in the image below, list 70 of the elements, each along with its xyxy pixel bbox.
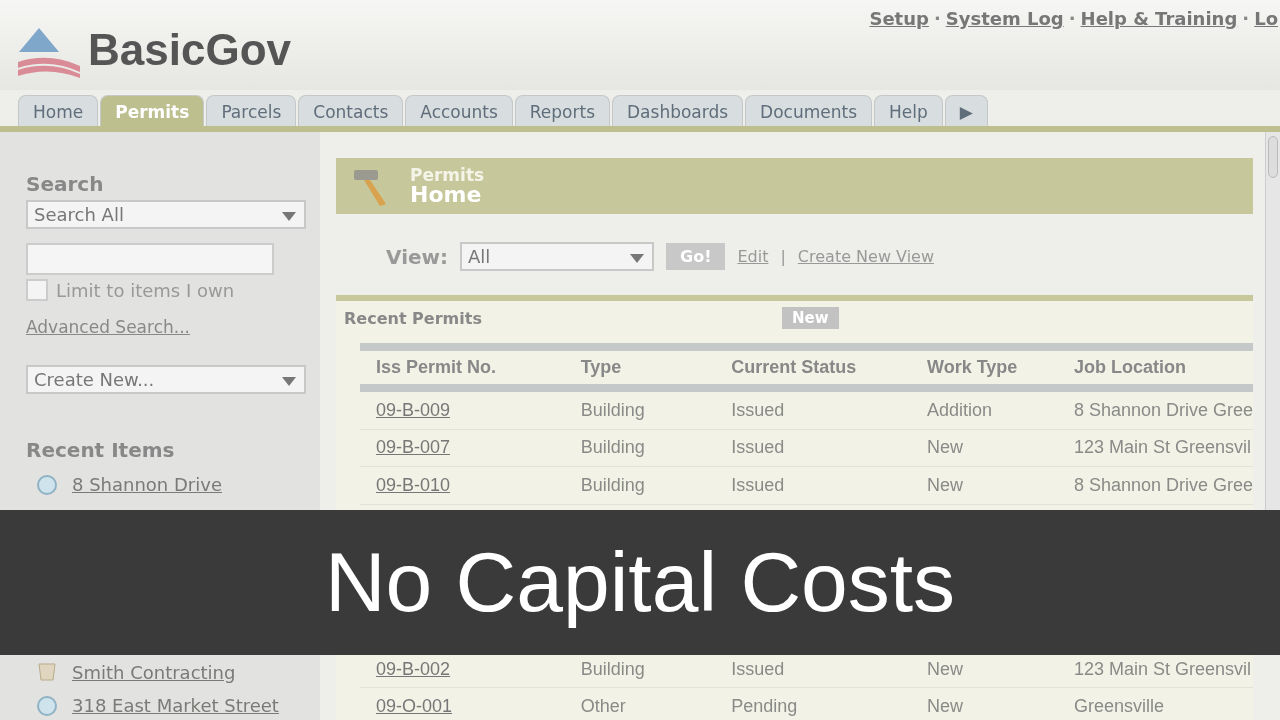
logo-text: BasicGov: [88, 25, 291, 75]
nav-tab[interactable]: Accounts: [405, 95, 513, 126]
advanced-search-link[interactable]: Advanced Search...: [26, 317, 306, 337]
nav-tab[interactable]: Contacts: [298, 95, 404, 126]
header-link[interactable]: Lo: [1254, 8, 1278, 29]
panel-title: Recent Permits: [344, 308, 482, 328]
table-cell: 8 Shannon Drive Gree: [1073, 475, 1253, 495]
header-link[interactable]: Setup: [869, 8, 929, 29]
table-cell: Greensville: [1073, 696, 1164, 717]
table-cell: Issued: [731, 399, 785, 420]
table-cell: Issued: [731, 658, 785, 679]
permit-link[interactable]: 09-B-009: [376, 399, 451, 420]
table-cell: Building: [580, 399, 645, 420]
nav-tab[interactable]: Reports: [514, 95, 610, 126]
nav-tab[interactable]: Dashboards: [612, 95, 744, 126]
header-link[interactable]: Help & Training: [1080, 8, 1238, 29]
link-separator: ·: [933, 8, 941, 29]
header-link[interactable]: System Log: [945, 8, 1064, 29]
table-cell: New: [927, 475, 963, 495]
search-heading: Search: [26, 172, 105, 196]
search-field[interactable]: [26, 243, 274, 275]
table-cell: New: [927, 696, 963, 717]
table-cell: Building: [580, 437, 645, 458]
link-separator: |: [780, 247, 786, 267]
table-cell: 8 Shannon Drive Gree: [1073, 399, 1253, 420]
nav-tab[interactable]: Home: [18, 95, 99, 126]
globe-icon: [36, 694, 58, 717]
table-cell: 123 Main St Greensvil: [1073, 658, 1251, 679]
nav-tab[interactable]: Parcels: [206, 95, 297, 126]
create-view-link[interactable]: Create New View: [797, 247, 935, 267]
recent-item-link[interactable]: Smith Contracting: [72, 661, 236, 683]
table-cell: New: [927, 437, 963, 458]
column-header: Type: [564, 347, 716, 389]
permit-link[interactable]: 09-B-007: [376, 437, 451, 458]
permit-link[interactable]: 09-O-001: [376, 696, 453, 717]
column-header: Current Status: [715, 347, 911, 389]
globe-icon: [36, 473, 58, 496]
create-new-dropdown[interactable]: Create New...: [26, 365, 306, 394]
table-cell: New: [927, 658, 963, 679]
column-header: Work Type: [911, 347, 1058, 389]
table-cell: Building: [580, 658, 645, 679]
table-cell: Pending: [731, 696, 798, 717]
link-separator: ·: [1068, 8, 1076, 29]
caption-text: No Capital Costs: [324, 534, 956, 631]
link-separator: ·: [1242, 8, 1250, 29]
table-cell: Addition: [927, 399, 993, 420]
view-label: View:: [386, 244, 449, 269]
table-cell: Issued: [731, 475, 785, 495]
table-cell: Issued: [731, 437, 785, 458]
limit-label: Limit to items I own: [56, 279, 235, 301]
recent-items-heading: Recent Items: [26, 438, 176, 462]
column-header: Iss Permit No.: [360, 347, 565, 389]
nav-tab[interactable]: Documents: [745, 95, 873, 126]
view-dropdown[interactable]: All: [460, 242, 655, 272]
permit-link[interactable]: 09-B-002: [376, 658, 451, 679]
recent-item-link[interactable]: 8 Shannon Drive: [72, 474, 222, 496]
limit-checkbox[interactable]: [26, 279, 48, 301]
search-scope-dropdown[interactable]: Search All: [26, 200, 306, 229]
header-subtitle: Permits: [410, 166, 485, 184]
edit-view-link[interactable]: Edit: [737, 247, 769, 267]
table-cell: Other: [580, 696, 626, 717]
nav-tab[interactable]: ▶: [944, 95, 988, 126]
nav-tab[interactable]: Help: [874, 95, 943, 126]
table-cell: 123 Main St Greensvil: [1073, 437, 1251, 458]
column-header: Job Location: [1057, 347, 1253, 389]
scrollbar[interactable]: [1265, 132, 1280, 510]
table-cell: Building: [580, 475, 645, 495]
permit-link[interactable]: 09-B-010: [376, 475, 451, 495]
recent-item-link[interactable]: 318 East Market Street: [72, 695, 279, 717]
header-title: Home: [410, 183, 483, 206]
